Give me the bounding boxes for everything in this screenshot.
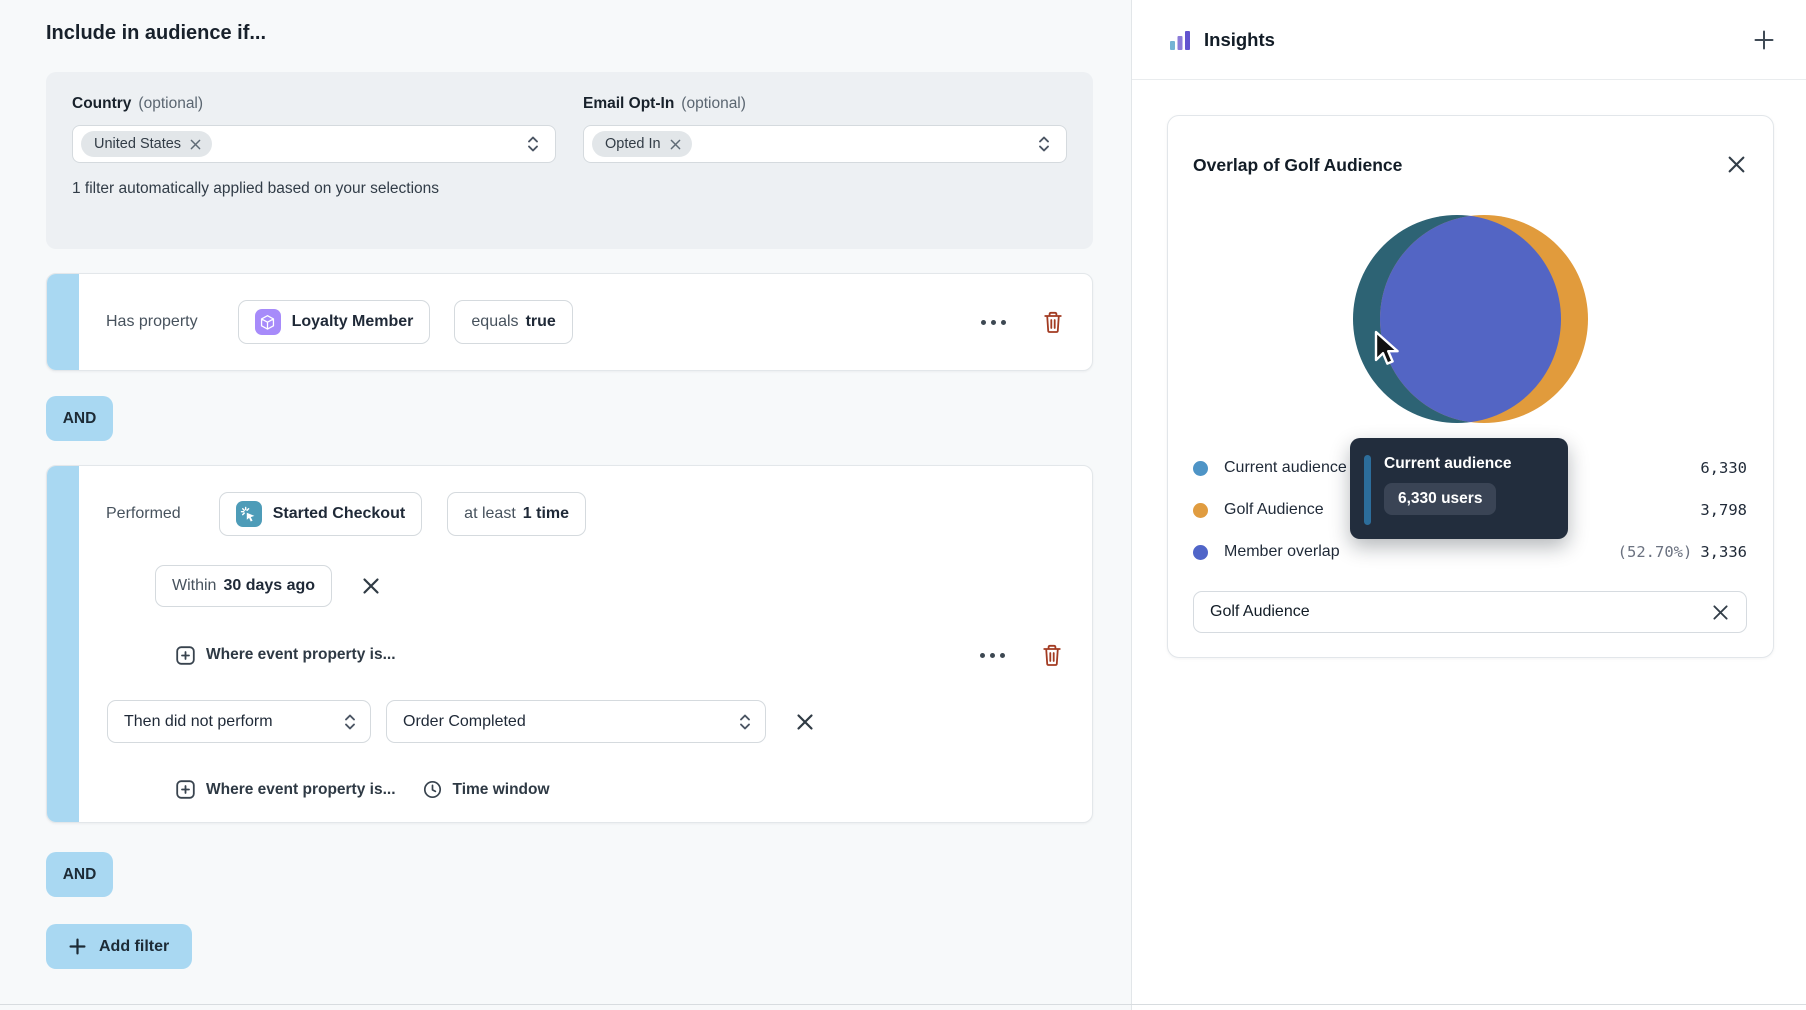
clear-audience-button[interactable]: [1710, 602, 1731, 623]
rule-accent-bar: [47, 274, 79, 370]
rule-accent-bar: [47, 466, 79, 822]
performed-row: Performed Started Checkout at least 1 ti…: [106, 492, 1064, 536]
insights-header: Insights: [1132, 0, 1806, 80]
prefilter-note: 1 filter automatically applied based on …: [72, 180, 440, 197]
close-icon: [363, 578, 379, 594]
add-event-property-button[interactable]: Where event property is...: [176, 780, 396, 799]
frequency-button[interactable]: at least 1 time: [447, 492, 587, 536]
legend-dot: [1193, 460, 1208, 476]
time-window-row: Within 30 days ago: [155, 565, 1064, 607]
close-icon: [797, 713, 813, 730]
plus-box-icon: [176, 780, 195, 799]
delete-rule-button[interactable]: [1042, 310, 1064, 334]
insights-panel: Insights Overlap of Golf Audience Curren…: [1131, 0, 1806, 1010]
property-button[interactable]: Loyalty Member: [237, 300, 431, 344]
chevron-updown-icon: [525, 134, 541, 154]
remove-negation-button[interactable]: [794, 711, 816, 733]
country-field: Country (optional) United States: [72, 95, 556, 163]
where-property-row: Where event property is...: [176, 643, 1064, 667]
email-optin-label: Email Opt-In: [583, 95, 675, 112]
venn-diagram[interactable]: [1353, 215, 1588, 423]
audience-search-input[interactable]: Golf Audience: [1193, 591, 1747, 633]
page-title: Include in audience if...: [46, 22, 267, 44]
event-rule-card: Performed Started Checkout at least 1 ti…: [46, 465, 1093, 823]
legend-dot: [1193, 544, 1208, 560]
performed-label: Performed: [106, 505, 181, 522]
prefilter-section: Country (optional) United States Email O…: [46, 72, 1093, 249]
time-window-button[interactable]: Time window: [423, 780, 550, 799]
and-connector-badge: AND: [46, 852, 113, 897]
overlap-card-title: Overlap of Golf Audience: [1193, 155, 1403, 175]
plus-icon: [69, 938, 86, 955]
chip-remove-icon[interactable]: [190, 139, 201, 150]
bar-chart-icon: [1170, 31, 1190, 50]
tooltip-title: Current audience: [1384, 455, 1512, 472]
country-chip[interactable]: United States: [81, 131, 213, 157]
chevron-updown-icon: [1036, 134, 1052, 154]
chevron-updown-icon: [342, 712, 358, 732]
trash-icon: [1044, 311, 1062, 333]
add-filter-button[interactable]: Add filter: [46, 924, 193, 969]
close-icon: [1728, 156, 1745, 173]
delete-rule-button[interactable]: [1041, 643, 1063, 667]
negation-event-select[interactable]: Order Completed: [386, 700, 766, 743]
trash-icon: [1043, 644, 1061, 666]
within-window-button[interactable]: Within 30 days ago: [155, 565, 333, 607]
plus-icon: [1754, 30, 1774, 49]
tooltip-value-badge: 6,330 users: [1384, 483, 1497, 515]
tooltip-accent-bar: [1364, 455, 1371, 525]
event-button[interactable]: Started Checkout: [218, 492, 423, 536]
add-event-property-button[interactable]: Where event property is...: [176, 645, 396, 665]
email-optin-optional-tag: (optional): [681, 95, 746, 112]
add-insight-button[interactable]: [1751, 27, 1777, 53]
venn-tooltip: Current audience 6,330 users: [1350, 438, 1568, 539]
more-options-button[interactable]: [976, 649, 1009, 662]
negation-options-row: Where event property is... Time window: [176, 780, 1064, 799]
country-select[interactable]: United States: [72, 125, 556, 163]
property-cube-icon: [254, 309, 281, 335]
overlap-card: Overlap of Golf Audience Current audienc…: [1167, 115, 1774, 658]
insights-title: Insights: [1204, 28, 1275, 50]
event-click-icon: [235, 501, 262, 527]
property-rule-card: Has property Loyalty Member equals true: [46, 273, 1093, 371]
and-connector-badge: AND: [46, 396, 113, 441]
country-label: Country: [72, 95, 132, 112]
then-did-not-perform-select[interactable]: Then did not perform: [107, 700, 371, 743]
bottom-divider: [0, 1004, 1806, 1005]
email-optin-field: Email Opt-In (optional) Opted In: [583, 95, 1067, 163]
audience-builder-panel: Include in audience if... Country (option…: [0, 0, 1131, 1010]
clock-icon: [423, 780, 441, 799]
more-options-button[interactable]: [977, 316, 1010, 329]
chip-remove-icon[interactable]: [670, 139, 681, 150]
close-card-button[interactable]: [1725, 153, 1748, 176]
close-icon: [1713, 604, 1728, 620]
operator-value-button[interactable]: equals true: [454, 300, 573, 344]
chevron-updown-icon: [737, 712, 753, 732]
email-optin-chip[interactable]: Opted In: [592, 131, 692, 157]
legend-dot: [1193, 502, 1208, 518]
email-optin-select[interactable]: Opted In: [583, 125, 1067, 163]
plus-box-icon: [176, 645, 195, 665]
negation-row: Then did not perform Order Completed: [107, 700, 1064, 743]
has-property-label: Has property: [106, 313, 198, 330]
country-optional-tag: (optional): [138, 95, 204, 112]
remove-window-button[interactable]: [360, 575, 382, 597]
